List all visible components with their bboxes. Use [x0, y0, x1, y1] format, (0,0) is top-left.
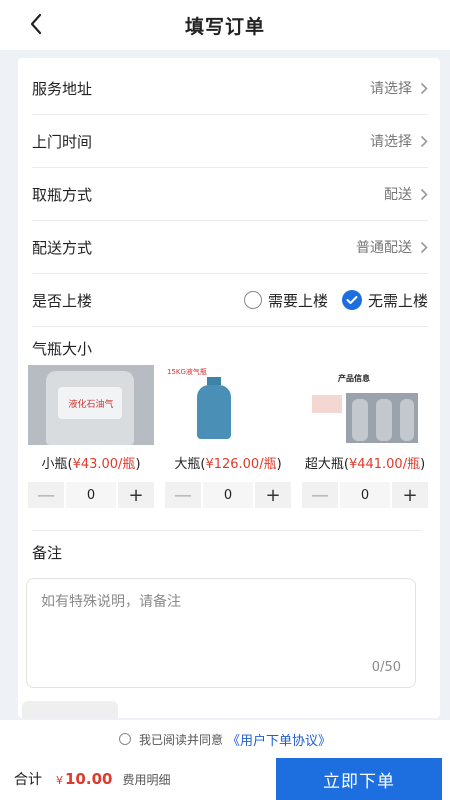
- total-amount-value: 10.00: [65, 770, 113, 788]
- row-label: 服务地址: [32, 79, 93, 98]
- cylinder-image-label: 液化石油气: [68, 400, 114, 410]
- decrement-button[interactable]: —: [28, 482, 64, 508]
- row-value-text: 请选择: [370, 81, 412, 97]
- cylinder-image-large: 15KG液气瓶: [165, 365, 291, 445]
- cylinder-price: ¥43.00/瓶: [72, 457, 136, 472]
- radio-no-upstairs[interactable]: 无需上楼: [341, 290, 428, 311]
- row-service-address[interactable]: 服务地址 请选择: [32, 62, 428, 115]
- row-value: 请选择: [370, 78, 428, 98]
- checkout-footer: 合计 ¥10.00 费用明细 立即下单: [0, 758, 450, 800]
- row-visit-time[interactable]: 上门时间 请选择: [32, 115, 428, 168]
- radio-need-upstairs[interactable]: 需要上楼: [243, 290, 328, 311]
- cylinder-list: 液化石油气 小瓶(¥43.00/瓶) — 0 + 15KG液气瓶 大瓶(¥126…: [28, 365, 428, 515]
- remark-title: 备注: [32, 544, 63, 562]
- row-delivery-method[interactable]: 配送方式 普通配送: [32, 221, 428, 274]
- cylinder-image-small: 液化石油气: [28, 365, 154, 445]
- page-title: 填写订单: [184, 15, 265, 38]
- quantity-value[interactable]: 0: [66, 482, 116, 508]
- cylinder-size-title: 气瓶大小: [32, 340, 93, 358]
- cylinder-name-text: 小瓶: [41, 457, 68, 472]
- row-value-text: 配送: [384, 187, 412, 203]
- cylinder-name: 大瓶(¥126.00/瓶): [174, 457, 282, 472]
- row-label: 取瓶方式: [32, 185, 93, 204]
- quantity-stepper: — 0 +: [302, 482, 428, 508]
- row-label: 上门时间: [32, 132, 93, 151]
- chevron-left-icon: [30, 13, 42, 35]
- fee-detail-link[interactable]: 费用明细: [122, 771, 170, 788]
- upstairs-radio-group: 需要上楼 无需上楼: [243, 290, 428, 311]
- row-label: 配送方式: [32, 238, 93, 257]
- radio-label: 需要上楼: [267, 291, 328, 310]
- cylinder-price: ¥126.00/瓶: [205, 457, 277, 472]
- cylinder-name: 小瓶(¥43.00/瓶): [41, 457, 141, 472]
- total-amount: ¥10.00: [56, 770, 112, 788]
- divider: [32, 530, 422, 531]
- row-pickup-method[interactable]: 取瓶方式 配送: [32, 168, 428, 221]
- quantity-value[interactable]: 0: [203, 482, 253, 508]
- cylinder-image-extra-large: 产品信息: [302, 365, 428, 445]
- cylinder-item-extra-large: 产品信息 超大瓶(¥441.00/瓶) — 0 +: [302, 365, 428, 508]
- increment-button[interactable]: +: [255, 482, 291, 508]
- radio-label: 无需上楼: [367, 291, 428, 310]
- cylinder-name: 超大瓶(¥441.00/瓶): [304, 457, 426, 472]
- row-value: 普通配送: [356, 237, 428, 257]
- quantity-stepper: — 0 +: [28, 482, 154, 508]
- radio-checked-icon: [341, 290, 362, 310]
- row-value-text: 请选择: [370, 134, 412, 150]
- total-label: 合计: [14, 772, 42, 788]
- cylinder-image-label: 15KG液气瓶: [167, 368, 207, 376]
- decrement-button[interactable]: —: [165, 482, 201, 508]
- row-value: 请选择: [370, 131, 428, 151]
- decrement-button[interactable]: —: [302, 482, 338, 508]
- quantity-value[interactable]: 0: [340, 482, 390, 508]
- upload-photo-button[interactable]: [22, 701, 118, 718]
- quantity-stepper: — 0 +: [165, 482, 291, 508]
- navbar: 填写订单: [0, 0, 450, 50]
- chevron-right-icon: [420, 82, 428, 95]
- agreement-bar: 我已阅读并同意 《用户下单协议》: [0, 720, 450, 758]
- chevron-right-icon: [420, 135, 428, 148]
- agreement-text: 我已阅读并同意: [138, 732, 223, 747]
- row-label: 是否上楼: [32, 291, 93, 310]
- increment-button[interactable]: +: [392, 482, 428, 508]
- row-value-text: 普通配送: [356, 240, 412, 256]
- row-value: 配送: [384, 184, 428, 204]
- chevron-right-icon: [420, 188, 428, 201]
- agreement-link[interactable]: 《用户下单协议》: [227, 730, 331, 749]
- remark-char-count: 0/50: [371, 660, 401, 675]
- order-form-card: 服务地址 请选择 上门时间 请选择 取瓶方式 配送 配送方式 普通配送 是否上楼…: [18, 58, 440, 718]
- radio-unchecked-icon: [243, 291, 262, 309]
- row-upstairs: 是否上楼 需要上楼 无需上楼: [32, 274, 428, 327]
- cylinder-price: ¥441.00/瓶: [348, 457, 421, 472]
- cylinder-item-small: 液化石油气 小瓶(¥43.00/瓶) — 0 +: [28, 365, 154, 508]
- agreement-checkbox[interactable]: [118, 733, 131, 745]
- chevron-right-icon: [420, 241, 428, 254]
- cylinder-item-large: 15KG液气瓶 大瓶(¥126.00/瓶) — 0 +: [165, 365, 291, 508]
- currency-symbol: ¥: [56, 774, 63, 787]
- cylinder-image-label: 产品信息: [338, 374, 370, 383]
- cylinder-name-text: 大瓶: [174, 457, 201, 472]
- back-button[interactable]: [22, 10, 50, 38]
- increment-button[interactable]: +: [118, 482, 154, 508]
- cylinder-name-text: 超大瓶: [304, 457, 344, 472]
- submit-order-button[interactable]: 立即下单: [276, 758, 442, 800]
- remark-placeholder: 如有特殊说明，请备注: [41, 594, 181, 610]
- remark-textarea[interactable]: 如有特殊说明，请备注 0/50: [26, 578, 416, 688]
